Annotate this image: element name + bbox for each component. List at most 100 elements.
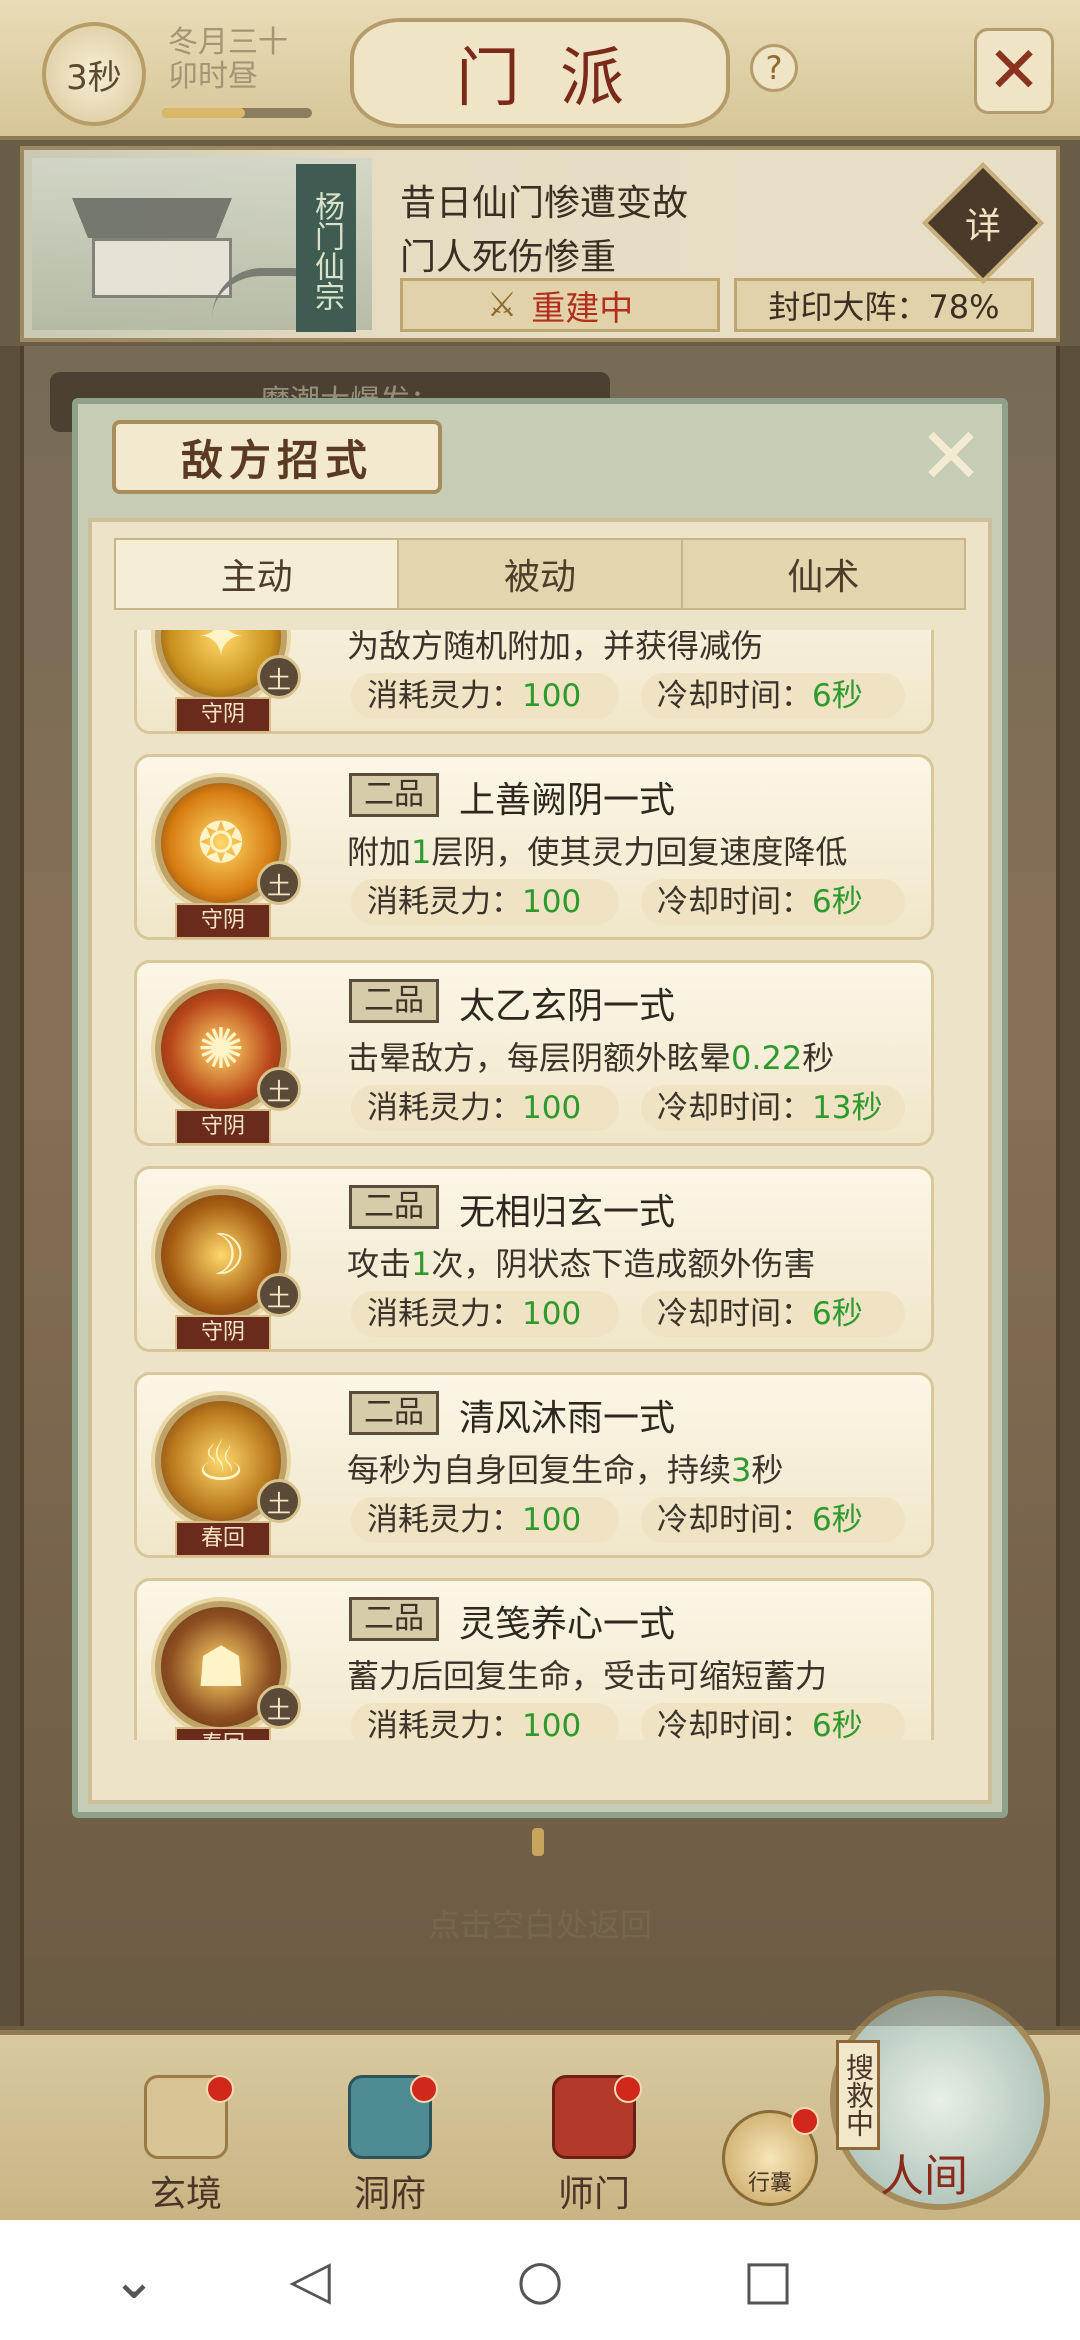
desc-highlight: 3	[731, 1451, 752, 1489]
sect-name: 杨门仙宗	[296, 164, 356, 332]
tab-immortal-arts[interactable]: 仙术	[683, 540, 964, 608]
skill-list[interactable]: ✦ 土 守阴 为敌方随机附加，并获得减伤 消耗灵力：100 冷却时间：6秒 ❂ …	[112, 630, 968, 1740]
bag-button[interactable]: 行囊	[722, 2107, 819, 2206]
skill-grade: 二品	[349, 1391, 439, 1435]
temple-roof	[72, 198, 232, 238]
cost-value: 100	[522, 1502, 582, 1538]
top-bar: 3秒 冬月三十 卯时昼 门派 ? ✕	[0, 0, 1080, 140]
home-circle-icon[interactable]: ○	[510, 2250, 570, 2310]
mana-cost: 消耗灵力：100	[351, 1291, 619, 1337]
cost-label: 消耗灵力：	[367, 1502, 522, 1538]
nav-label: 洞府	[353, 2174, 426, 2215]
skill-description: 为敌方随机附加，并获得减伤	[347, 630, 763, 667]
desc-text: 击晕敌方，每层阴额外眩晕	[347, 1039, 732, 1077]
tab-passive-skills[interactable]: 被动	[399, 540, 683, 608]
cost-value: 100	[522, 1708, 582, 1740]
skill-type-ribbon: 春回	[175, 1521, 271, 1557]
notification-dot	[791, 2107, 819, 2135]
cooldown-label: 冷却时间：	[657, 1708, 812, 1740]
cooldown: 冷却时间：6秒	[641, 673, 905, 719]
hide-nav-chevron-icon[interactable]: ⌄	[104, 2250, 164, 2310]
element-badge: 土	[257, 861, 301, 905]
system-nav-bar: ⌄ ◁ ○ □	[0, 2220, 1080, 2340]
mana-cost: 消耗灵力：100	[351, 1703, 619, 1740]
skill-description: 击晕敌方，每层阴额外眩晕0.22秒	[347, 1033, 834, 1079]
tab-active-skills[interactable]: 主动	[116, 540, 400, 608]
desc-highlight: 0.22	[731, 1039, 803, 1077]
desc-text: 为敌方随机附加，并获得减伤	[347, 630, 764, 665]
date-line-2: 卯时昼	[168, 59, 258, 94]
element-badge: 土	[257, 1067, 301, 1111]
cost-label: 消耗灵力：	[367, 1296, 522, 1332]
cost-value: 100	[522, 884, 582, 920]
rebuild-status-button[interactable]: ⚔ 重建中	[400, 278, 720, 332]
cooldown-value: 6秒	[812, 1296, 863, 1332]
skill-grade: 二品	[349, 773, 439, 817]
cost-value: 100	[522, 1296, 582, 1332]
back-triangle-icon[interactable]: ◁	[280, 2250, 340, 2310]
skill-name: 上善阙阴一式	[459, 780, 676, 821]
desc-highlight: 1	[411, 1245, 432, 1283]
element-badge: 土	[257, 1685, 301, 1729]
close-page-button[interactable]: ✕	[974, 28, 1054, 114]
cooldown-label: 冷却时间：	[657, 884, 812, 920]
nav-dongfu[interactable]: 洞府	[330, 2075, 450, 2215]
search-rescue-tag: 搜救中	[836, 2040, 880, 2150]
element-badge: 土	[257, 655, 301, 699]
skill-description: 附加1层阴，使其灵力回复速度降低	[347, 827, 847, 873]
skill-type-ribbon: 守阴	[175, 1109, 271, 1145]
cooldown: 冷却时间：6秒	[641, 879, 905, 925]
skill-type-ribbon: 守阴	[175, 1315, 271, 1351]
game-screen: 3秒 冬月三十 卯时昼 门派 ? ✕ 杨门仙宗 昔日仙门惨遭变故 门人死伤惨重 …	[0, 0, 1080, 2340]
cooldown-label: 冷却时间：	[657, 1502, 812, 1538]
cost-label: 消耗灵力：	[367, 884, 522, 920]
skill-card: ❂ 土 守阴 二品 上善阙阴一式 附加1层阴，使其灵力回复速度降低 消耗灵力：1…	[134, 754, 934, 940]
cost-value: 100	[522, 1090, 582, 1126]
help-button[interactable]: ?	[750, 44, 798, 92]
skill-type-ribbon: 守阴	[175, 697, 271, 733]
cooldown-label: 冷却时间：	[657, 678, 812, 714]
skill-grade: 二品	[349, 979, 439, 1023]
mana-cost: 消耗灵力：100	[351, 1497, 619, 1543]
nav-shimen[interactable]: 师门	[534, 2075, 654, 2215]
cooldown-value: 6秒	[812, 884, 863, 920]
skill-description: 蓄力后回复生命，受击可缩短蓄力	[347, 1651, 827, 1697]
skill-tabs: 主动 被动 仙术	[114, 538, 966, 610]
mana-cost: 消耗灵力：100	[351, 879, 619, 925]
skill-description: 攻击1次，阴状态下造成额外伤害	[347, 1239, 815, 1285]
cost-label: 消耗灵力：	[367, 1090, 522, 1126]
cost-value: 100	[522, 678, 582, 714]
cost-label: 消耗灵力：	[367, 1708, 522, 1740]
game-date: 冬月三十 卯时昼	[168, 26, 288, 94]
desc-text-end: 次，阴状态下造成额外伤害	[431, 1245, 816, 1283]
skill-description: 每秒为自身回复生命，持续3秒	[347, 1445, 783, 1491]
mana-cost: 消耗灵力：100	[351, 1085, 619, 1131]
cooldown-value: 13秒	[812, 1090, 883, 1126]
cooldown: 冷却时间：6秒	[641, 1703, 905, 1740]
crossed-swords-icon: ⚔	[486, 285, 518, 325]
recents-square-icon[interactable]: □	[738, 2250, 798, 2310]
skill-type-ribbon: 春回	[175, 1727, 271, 1740]
skill-card: ♨ 土 春回 二品 清风沐雨一式 每秒为自身回复生命，持续3秒 消耗灵力：100…	[134, 1372, 934, 1558]
skill-type-ribbon: 守阴	[175, 903, 271, 939]
desc-text: 蓄力后回复生命，受击可缩短蓄力	[347, 1657, 828, 1695]
element-badge: 土	[257, 1479, 301, 1523]
modal-title: 敌方招式	[112, 420, 442, 494]
cooldown-value: 6秒	[812, 1708, 863, 1740]
close-modal-icon[interactable]: ✕	[910, 412, 992, 502]
timer-badge: 3秒	[42, 22, 146, 126]
sect-banner: 杨门仙宗 昔日仙门惨遭变故 门人死伤惨重 ⚔ 重建中 封印大阵：78% 详	[20, 146, 1060, 342]
skill-name: 灵笺养心一式	[459, 1604, 676, 1645]
nav-xuanjing[interactable]: 玄境	[126, 2075, 246, 2215]
cooldown-label: 冷却时间：	[657, 1090, 812, 1126]
detail-button[interactable]: 详	[922, 162, 1044, 284]
modal-scroll-handle[interactable]	[532, 1828, 544, 1856]
skill-name: 清风沐雨一式	[459, 1398, 676, 1439]
skill-grade: 二品	[349, 1597, 439, 1641]
sect-story-line-2: 门人死伤惨重	[400, 237, 617, 278]
notification-dot	[614, 2075, 642, 2103]
element-badge: 土	[257, 1273, 301, 1317]
cooldown-value: 6秒	[812, 1502, 863, 1538]
notification-dot	[410, 2075, 438, 2103]
skill-card: ✺ 土 守阴 二品 太乙玄阴一式 击晕敌方，每层阴额外眩晕0.22秒 消耗灵力：…	[134, 960, 934, 1146]
